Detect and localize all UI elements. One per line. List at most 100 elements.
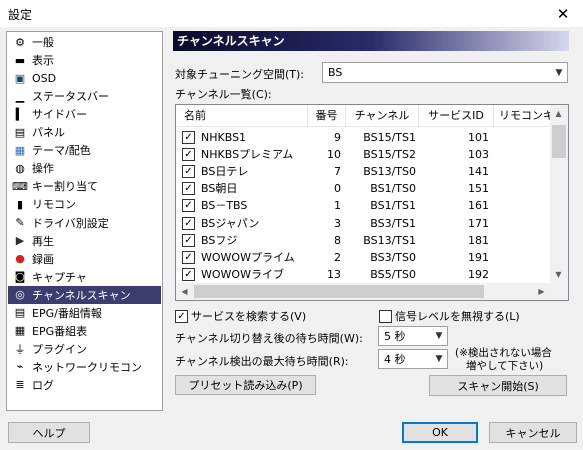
channel-list[interactable]: 名前 番号 チャンネル サービスID リモコンキ ✓ NHKBS1 9 BS15/TS1 101… [175, 104, 569, 301]
cell-name: NHKBSプレミアム [201, 148, 294, 162]
row-checkbox[interactable]: ✓ [182, 165, 195, 179]
sidebar-item[interactable]: ⌨ キー割り当て [8, 177, 161, 195]
plugin-icon: ⏚ [14, 342, 26, 356]
row-checkbox[interactable]: ✓ [182, 216, 195, 230]
vertical-scroll-thumb[interactable] [552, 125, 566, 158]
cell-number: 2 [334, 250, 341, 264]
sidebar-item[interactable]: ● 録画 [8, 250, 161, 268]
cell-service-id: 192 [468, 267, 489, 281]
sidebar-item-label: プラグイン [32, 342, 87, 356]
display-icon: ▬ [14, 53, 26, 67]
table-row[interactable]: ✓ BS朝日 0 BS1/TS0 151 [176, 181, 550, 197]
remote-icon: ▮ [16, 197, 24, 211]
scroll-up-icon[interactable]: ▲ [550, 105, 567, 122]
table-row[interactable]: ✓ BSフジ 8 BS13/TS1 181 [176, 233, 550, 249]
cell-number: 13 [327, 267, 341, 281]
horizontal-scrollbar[interactable]: ◀ ▶ [176, 283, 550, 300]
table-row[interactable]: ✓ BS－TBS 1 BS1/TS1 161 [176, 198, 550, 214]
row-checkbox[interactable]: ✓ [182, 199, 195, 213]
column-header[interactable]: 名前 [176, 105, 308, 127]
cell-name: BSフジ [201, 233, 238, 247]
scan-icon: ◎ [15, 288, 25, 302]
table-row[interactable]: ✓ BS日テレ 7 BS13/TS0 141 [176, 164, 550, 180]
scroll-down-icon[interactable]: ▼ [550, 266, 567, 283]
cell-service-id: 191 [468, 250, 489, 264]
play-icon: ▶ [15, 234, 25, 248]
cell-number: 9 [334, 131, 341, 144]
cell-name: NHKBS1 [201, 131, 247, 144]
scan-start-button[interactable]: スキャン開始(S) [429, 375, 567, 396]
sidebar-item[interactable]: ✎ ドライバ別設定 [8, 214, 161, 232]
sidebar-item[interactable]: ▦ テーマ/配色 [8, 141, 161, 159]
sidebar-item[interactable]: ▍ サイドバー [8, 105, 161, 123]
sidebar-item[interactable]: ▮ リモコン [8, 195, 161, 213]
ok-button[interactable]: OK [402, 422, 478, 443]
table-row[interactable]: ✓ BSジャパン 3 BS3/TS1 171 [176, 216, 550, 232]
mouse-icon: ◍ [15, 161, 25, 175]
program-guide-icon: ▦ [14, 324, 26, 338]
column-header[interactable]: サービスID [419, 105, 494, 127]
detect-wait-value: 4 秒 [384, 353, 406, 366]
cell-name: WOWOWプライム [201, 250, 295, 264]
driver-icon: ✎ [15, 216, 25, 229]
row-checkbox[interactable]: ✓ [182, 267, 195, 281]
scroll-right-icon[interactable]: ▶ [533, 283, 550, 300]
sidebar-item[interactable]: ▬ 表示 [8, 51, 161, 69]
channel-list-header: 名前 番号 チャンネル サービスID リモコンキ [176, 105, 554, 127]
row-checkbox[interactable]: ✓ [182, 250, 195, 264]
sidebar-item-label: EPG番組表 [32, 324, 88, 338]
row-checkbox[interactable]: ✓ [182, 182, 195, 196]
vertical-scrollbar[interactable]: ▲ ▼ [550, 105, 568, 283]
sidebar-item[interactable]: ▦ EPG番組表 [8, 322, 161, 340]
row-checkbox[interactable]: ✓ [182, 131, 195, 144]
epg-icon: ▤ [14, 306, 26, 320]
cancel-button[interactable]: キャンセル [489, 422, 577, 443]
column-header[interactable]: チャンネル [346, 105, 419, 127]
sidebar-item[interactable]: ▁ ステータスバー [8, 87, 161, 105]
sidebar-item[interactable]: ▶ 再生 [8, 232, 161, 250]
cell-number: 7 [334, 165, 341, 179]
table-row[interactable]: ✓ WOWOWプライム 2 BS3/TS0 191 [176, 250, 550, 266]
scroll-left-icon[interactable]: ◀ [176, 283, 193, 300]
sidebar-item[interactable]: ◙ キャプチャ [8, 268, 161, 286]
sidebar-item[interactable]: ◎ チャンネルスキャン [8, 285, 161, 304]
panel-icon: ▤ [14, 125, 26, 139]
cell-name: BS朝日 [201, 182, 238, 196]
column-header[interactable]: リモコンキ [494, 105, 554, 127]
sidebar-item[interactable]: ⏚ プラグイン [8, 340, 161, 358]
sidebar-item[interactable]: ≣ ログ [8, 376, 161, 394]
cell-number: 3 [334, 216, 341, 230]
sidebar-item[interactable]: ◍ 操作 [8, 159, 161, 177]
horizontal-scroll-thumb[interactable] [194, 285, 484, 298]
sidebar-item[interactable]: ▣ OSD [8, 69, 161, 87]
sidebar-item[interactable]: ▤ EPG/番組情報 [8, 304, 161, 322]
settings-category-list[interactable]: ⚙ 一般 ▬ 表示 ▣ OSD ▁ ステータスバー ▍ サイドバー ▤ パネル ▦ テーマ/配色 ◍ 操作 ⌨ キ… [6, 31, 163, 411]
sidebar-item-label: キー割り当て [32, 180, 98, 194]
sidebar-item[interactable]: ▤ パネル [8, 123, 161, 141]
tuning-space-select[interactable]: BS ▼ [322, 62, 568, 83]
table-row[interactable]: ✓ WOWOWライブ 13 BS5/TS0 192 [176, 267, 550, 283]
close-button[interactable]: ✕ [543, 0, 583, 27]
sidebar-item[interactable]: ⌁ ネットワークリモコン [8, 358, 161, 376]
sidebar-item-label: 表示 [32, 54, 54, 68]
row-checkbox[interactable]: ✓ [182, 148, 195, 162]
search-services-checkbox[interactable]: ✓ サービスを検索する(V) [175, 308, 306, 324]
sidebar-item-label: OSD [32, 71, 57, 85]
preset-load-button[interactable]: プリセット読み込み(P) [175, 375, 316, 395]
search-services-label: サービスを検索する(V) [191, 310, 307, 323]
help-button[interactable]: ヘルプ [8, 422, 90, 443]
palette-icon: ▦ [14, 143, 26, 157]
table-row[interactable]: ✓ NHKBSプレミアム 10 BS15/TS2 103 [176, 147, 550, 163]
row-checkbox[interactable]: ✓ [182, 233, 195, 247]
ignore-signal-checkbox[interactable]: 信号レベルを無視する(L) [379, 308, 520, 324]
detect-wait-select[interactable]: 4 秒 ▼ [378, 349, 448, 369]
switch-wait-select[interactable]: 5 秒 ▼ [378, 326, 448, 346]
column-header[interactable]: 番号 [308, 105, 346, 127]
sidebar-item[interactable]: ⚙ 一般 [8, 33, 161, 51]
cell-service-id: 101 [468, 131, 489, 144]
cell-channel: BS1/TS1 [370, 199, 416, 213]
table-row[interactable]: ✓ NHKBS1 9 BS15/TS1 101 [176, 130, 550, 146]
chevron-down-icon: ▼ [555, 67, 563, 78]
cell-service-id: 151 [468, 182, 489, 196]
cell-name: BSジャパン [201, 216, 260, 230]
